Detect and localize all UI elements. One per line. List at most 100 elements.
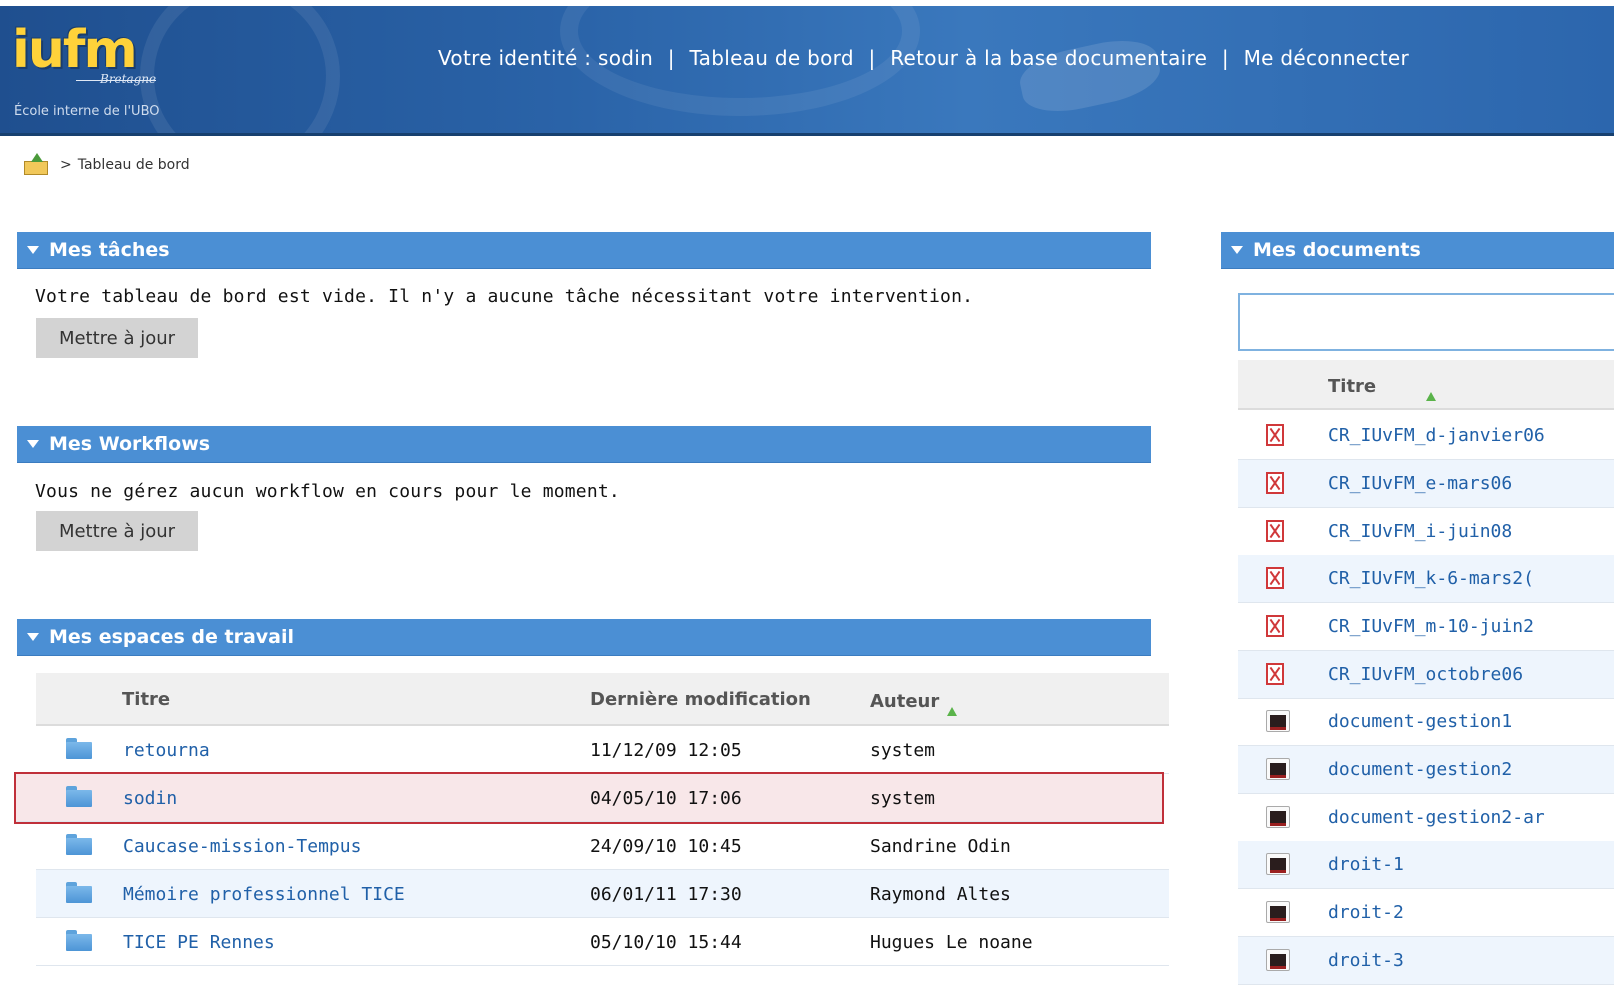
pdf-icon <box>1266 615 1284 637</box>
column-header-author-label: Auteur <box>870 691 940 712</box>
document-icon <box>1266 710 1290 732</box>
table-row[interactable]: Caucase-mission-Tempus 24/09/10 10:45 Sa… <box>36 822 1169 870</box>
back-to-library-link[interactable]: Retour à la base documentaire <box>890 46 1207 70</box>
workspace-title-link[interactable]: retourna <box>123 740 210 761</box>
document-row[interactable]: CR_IUvFM_octobre06 <box>1238 651 1614 699</box>
document-row[interactable]: document-gestion2-ar <box>1238 794 1614 842</box>
workspace-modified: 11/12/09 12:05 <box>590 740 742 761</box>
document-row[interactable]: CR_IUvFM_e-mars06 <box>1238 460 1614 508</box>
workspace-author: Sandrine Odin <box>870 836 1011 857</box>
workspace-title-link[interactable]: Caucase-mission-Tempus <box>123 836 361 857</box>
workspace-modified: 24/09/10 10:45 <box>590 836 742 857</box>
workflows-empty-message: Vous ne gérez aucun workflow en cours po… <box>35 481 620 502</box>
home-icon[interactable] <box>22 153 50 177</box>
nav-separator: | <box>868 46 876 70</box>
folder-icon <box>66 930 92 952</box>
column-header-modified[interactable]: Dernière modification <box>590 689 811 710</box>
document-row[interactable]: CR_IUvFM_k-6-mars2( <box>1238 555 1614 603</box>
identity-label: Votre identité : sodin <box>438 46 654 70</box>
column-header-title[interactable]: Titre <box>122 689 170 710</box>
breadcrumb: > Tableau de bord <box>22 152 190 178</box>
breadcrumb-separator: > <box>60 157 72 173</box>
table-row[interactable]: TICE PE Rennes 05/10/10 15:44 Hugues Le … <box>36 918 1169 966</box>
document-link[interactable]: droit-3 <box>1328 950 1404 971</box>
documents-panel-title: Mes documents <box>1253 239 1421 261</box>
tasks-refresh-button[interactable]: Mettre à jour <box>36 318 198 358</box>
document-row[interactable]: CR_IUvFM_m-10-juin2 <box>1238 603 1614 651</box>
nav-separator: | <box>1221 46 1229 70</box>
workflows-panel-title: Mes Workflows <box>49 433 211 455</box>
workspace-title-link[interactable]: sodin <box>123 788 177 809</box>
workspace-title-link[interactable]: Mémoire professionnel TICE <box>123 884 405 905</box>
document-row[interactable]: document-gestion1 <box>1238 698 1614 746</box>
column-header-title[interactable]: Titre <box>1328 376 1436 401</box>
document-link[interactable]: document-gestion1 <box>1328 711 1512 732</box>
dashboard-link[interactable]: Tableau de bord <box>689 46 853 70</box>
document-link[interactable]: CR_IUvFM_i-juin08 <box>1328 521 1512 542</box>
app-header: iufm Bretagne École interne de l'UBO Vot… <box>0 6 1614 136</box>
workspace-author: system <box>870 788 936 809</box>
document-icon <box>1266 901 1290 923</box>
document-link[interactable]: document-gestion2 <box>1328 759 1512 780</box>
top-navigation: Votre identité : sodin | Tableau de bord… <box>438 46 1409 70</box>
workspace-title-link[interactable]: TICE PE Rennes <box>123 932 275 953</box>
breadcrumb-current: Tableau de bord <box>77 157 190 173</box>
collapse-triangle-icon[interactable] <box>27 440 39 448</box>
document-link[interactable]: document-gestion2-ar <box>1328 807 1545 828</box>
document-row[interactable]: CR_IUvFM_i-juin08 <box>1238 508 1614 556</box>
logo-subtitle: Bretagne <box>100 72 157 86</box>
workflows-refresh-button[interactable]: Mettre à jour <box>36 511 198 551</box>
collapse-triangle-icon[interactable] <box>27 633 39 641</box>
document-row[interactable]: CR_IUvFM_d-janvier06 <box>1238 412 1614 460</box>
sort-ascending-icon <box>947 707 958 716</box>
workspace-modified: 05/10/10 15:44 <box>590 932 742 953</box>
workspace-author: Hugues Le noane <box>870 932 1033 953</box>
pdf-icon <box>1266 424 1284 446</box>
collapse-triangle-icon[interactable] <box>1231 246 1243 254</box>
document-link[interactable]: droit-1 <box>1328 854 1404 875</box>
pdf-icon <box>1266 567 1284 589</box>
table-row[interactable]: Mémoire professionnel TICE 06/01/11 17:3… <box>36 870 1169 918</box>
folder-icon <box>66 834 92 856</box>
workspaces-panel-title: Mes espaces de travail <box>49 626 295 648</box>
tasks-panel-title: Mes tâches <box>49 239 170 261</box>
document-icon <box>1266 853 1290 875</box>
workspace-modified: 04/05/10 17:06 <box>590 788 742 809</box>
documents-table-header: Titre <box>1238 360 1614 410</box>
document-row[interactable]: document-gestion2 <box>1238 746 1614 794</box>
document-link[interactable]: CR_IUvFM_k-6-mars2( <box>1328 568 1534 589</box>
document-icon <box>1266 758 1290 780</box>
document-link[interactable]: CR_IUvFM_e-mars06 <box>1328 473 1512 494</box>
document-link[interactable]: droit-2 <box>1328 902 1404 923</box>
pdf-icon <box>1266 472 1284 494</box>
document-row[interactable]: droit-1 <box>1238 841 1614 889</box>
logo-text: iufm <box>12 20 138 80</box>
table-row[interactable]: retourna 11/12/09 12:05 system <box>36 726 1169 774</box>
column-header-title-label: Titre <box>1328 376 1377 397</box>
folder-icon <box>66 786 92 808</box>
nav-separator: | <box>667 46 675 70</box>
collapse-triangle-icon[interactable] <box>27 246 39 254</box>
workflows-panel-header[interactable]: Mes Workflows <box>17 426 1151 463</box>
workspaces-table: Titre Dernière modification Auteur retou… <box>14 673 1169 966</box>
document-link[interactable]: CR_IUvFM_octobre06 <box>1328 664 1523 685</box>
pdf-icon <box>1266 520 1284 542</box>
tasks-panel-header[interactable]: Mes tâches <box>17 232 1151 269</box>
school-label: École interne de l'UBO <box>14 104 160 119</box>
logout-link[interactable]: Me déconnecter <box>1244 46 1409 70</box>
pdf-icon <box>1266 663 1284 685</box>
sort-ascending-icon <box>1426 392 1436 401</box>
documents-filter-input[interactable] <box>1238 293 1614 351</box>
document-row[interactable]: droit-2 <box>1238 889 1614 937</box>
document-row[interactable]: droit-3 <box>1238 937 1614 985</box>
workspace-modified: 06/01/11 17:30 <box>590 884 742 905</box>
documents-panel-header[interactable]: Mes documents <box>1221 232 1614 269</box>
folder-icon <box>66 738 92 760</box>
document-link[interactable]: CR_IUvFM_d-janvier06 <box>1328 425 1545 446</box>
document-link[interactable]: CR_IUvFM_m-10-juin2 <box>1328 616 1534 637</box>
workspaces-panel-header[interactable]: Mes espaces de travail <box>17 619 1151 656</box>
document-icon <box>1266 949 1290 971</box>
table-row-selected[interactable]: sodin 04/05/10 17:06 system <box>14 772 1164 824</box>
column-header-author[interactable]: Auteur <box>870 691 958 716</box>
document-icon <box>1266 806 1290 828</box>
